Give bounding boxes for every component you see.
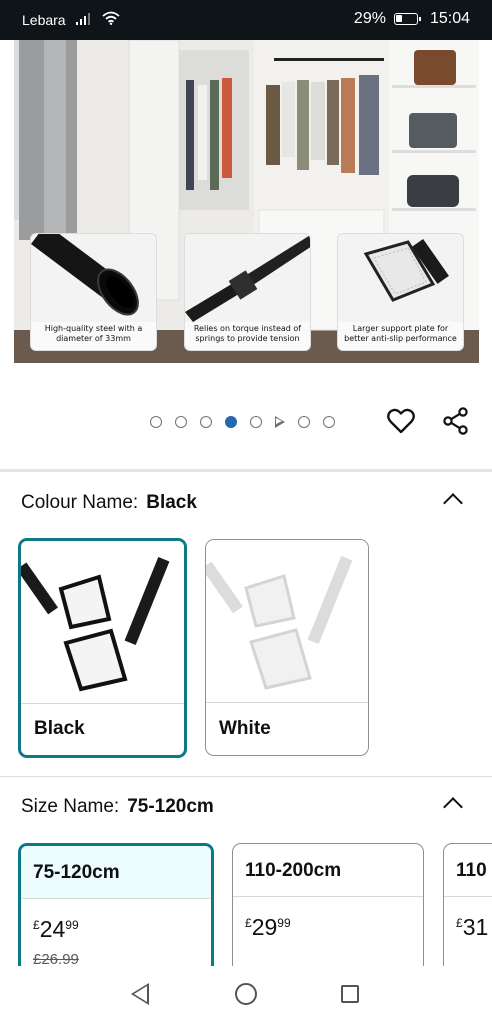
- size-option-75-120[interactable]: 75-120cm £2499 £26.99: [18, 843, 214, 983]
- card-separator: [21, 898, 211, 899]
- feature-caption: Relies on torque instead of springs to p…: [193, 324, 302, 343]
- size-option-label: 110: [456, 860, 487, 881]
- carousel-dot[interactable]: [323, 416, 335, 428]
- carousel-dot[interactable]: [175, 416, 187, 428]
- chevron-up-icon[interactable]: [443, 493, 463, 513]
- swatch-separator: [21, 703, 184, 704]
- size-option-label: 110-200cm: [245, 860, 342, 881]
- carrier-name: Lebara: [22, 11, 66, 28]
- product-page: Lebara 29% 15:04 High-quality steel with…: [0, 0, 492, 1024]
- swatch-label: White: [219, 718, 271, 739]
- home-icon[interactable]: [235, 983, 257, 1005]
- size-option-110-200[interactable]: 110-200cm £2999: [232, 843, 424, 983]
- video-play-icon[interactable]: [275, 416, 285, 428]
- size-heading: Size Name: 75-120cm: [21, 796, 214, 818]
- support-plate-image: [338, 234, 463, 322]
- feature-card-steel: High-quality steel with a diameter of 33…: [30, 233, 157, 351]
- carousel-dot[interactable]: [200, 416, 212, 428]
- wishlist-button[interactable]: [384, 404, 418, 438]
- colour-option-white[interactable]: White: [205, 539, 369, 756]
- carousel-dot[interactable]: [298, 416, 310, 428]
- swatch-separator: [206, 702, 368, 703]
- steel-tube-image: [31, 234, 156, 322]
- size-label: Size Name:: [21, 796, 120, 817]
- status-bar: Lebara 29% 15:04: [0, 0, 492, 40]
- feature-card-torque: Relies on torque instead of springs to p…: [184, 233, 311, 351]
- size-option-label: 75-120cm: [33, 862, 120, 883]
- size-option-partial[interactable]: 110 £31: [443, 843, 492, 983]
- white-variant-image: [206, 540, 368, 702]
- card-separator: [233, 896, 423, 897]
- battery-percent: 29%: [353, 10, 386, 27]
- feature-caption: Larger support plate for better anti-sli…: [344, 324, 457, 343]
- feature-card-plate: Larger support plate for better anti-sli…: [337, 233, 464, 351]
- colour-value: Black: [146, 492, 197, 513]
- black-variant-image: [21, 541, 184, 703]
- colour-label: Colour Name:: [21, 492, 139, 513]
- carousel-dot[interactable]: [250, 416, 262, 428]
- carousel-indicator[interactable]: [150, 416, 335, 428]
- size-option-price: £2999: [245, 914, 291, 940]
- swatch-label: Black: [34, 718, 85, 739]
- pole-joint-image: [185, 234, 310, 322]
- chevron-up-icon[interactable]: [443, 797, 463, 817]
- share-button[interactable]: [439, 404, 473, 438]
- section-divider: [0, 469, 492, 472]
- back-icon[interactable]: [131, 983, 149, 1005]
- wifi-icon: [102, 11, 120, 28]
- recents-icon[interactable]: [341, 985, 359, 1003]
- carousel-dot[interactable]: [150, 416, 162, 428]
- product-image[interactable]: High-quality steel with a diameter of 33…: [14, 40, 479, 363]
- size-option-price: £31: [456, 914, 489, 940]
- feature-caption: High-quality steel with a diameter of 33…: [44, 324, 143, 343]
- battery-icon: [393, 13, 421, 25]
- heart-icon: [387, 408, 415, 434]
- card-separator: [444, 896, 492, 897]
- size-value: 75-120cm: [127, 796, 214, 817]
- colour-option-black[interactable]: Black: [18, 538, 187, 758]
- clock: 15:04: [429, 10, 470, 27]
- carousel-dot-active[interactable]: [225, 416, 237, 428]
- signal-icon: [75, 12, 92, 28]
- colour-heading: Colour Name: Black: [21, 492, 197, 514]
- section-divider: [0, 776, 492, 777]
- size-option-price: £2499: [33, 916, 79, 942]
- share-icon: [443, 407, 468, 435]
